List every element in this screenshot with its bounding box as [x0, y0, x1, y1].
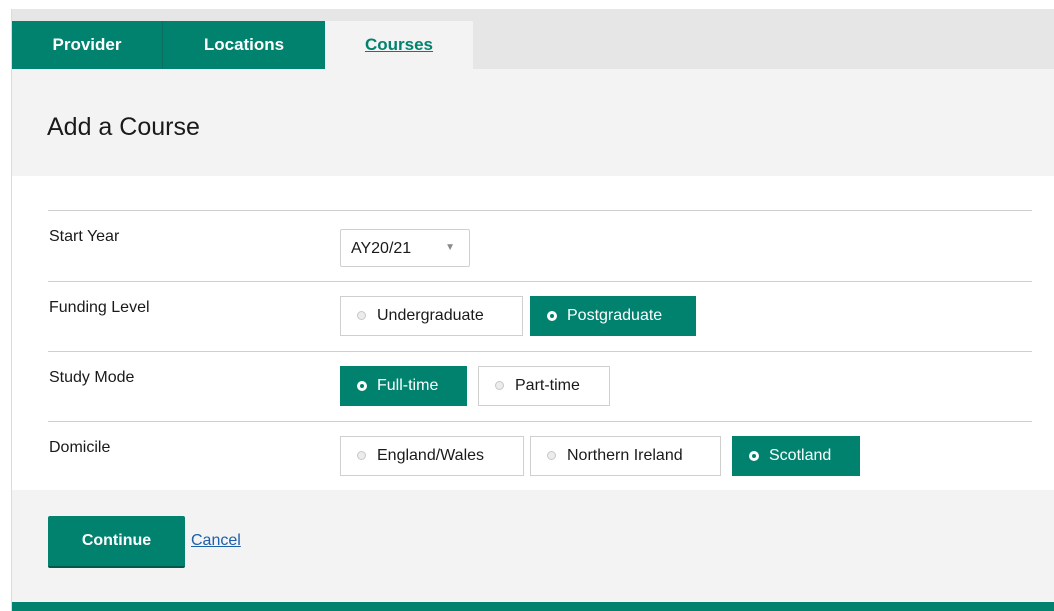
option-label: Part-time — [515, 377, 580, 394]
funding-level-row: Funding Level Undergraduate Postgraduate — [48, 281, 1032, 351]
top-band — [0, 0, 1054, 9]
left-rule — [0, 9, 12, 611]
radio-icon — [357, 451, 366, 460]
funding-level-option-undergraduate[interactable]: Undergraduate — [340, 296, 523, 336]
radio-selected-icon — [357, 381, 367, 391]
domicile-label: Domicile — [49, 439, 111, 456]
domicile-option-scotland[interactable]: Scotland — [732, 436, 860, 476]
radio-icon — [357, 311, 366, 320]
option-label: Full-time — [377, 377, 439, 394]
cancel-link[interactable]: Cancel — [191, 532, 241, 550]
study-mode-option-part-time[interactable]: Part-time — [478, 366, 610, 406]
tab-bar: Provider Locations Courses — [12, 9, 1054, 69]
bottom-bar — [12, 602, 1054, 611]
funding-level-label: Funding Level — [49, 299, 150, 316]
title-panel: Add a Course — [12, 69, 1054, 176]
funding-level-option-postgraduate[interactable]: Postgraduate — [530, 296, 696, 336]
radio-icon — [547, 451, 556, 460]
radio-icon — [495, 381, 504, 390]
tab-locations[interactable]: Locations — [162, 21, 325, 69]
study-mode-label: Study Mode — [49, 369, 135, 386]
continue-button[interactable]: Continue — [48, 516, 185, 568]
option-label: England/Wales — [377, 447, 485, 464]
page-title: Add a Course — [47, 113, 200, 141]
tab-courses[interactable]: Courses — [325, 21, 473, 69]
option-label: Undergraduate — [377, 307, 484, 324]
start-year-row: Start Year AY20/21 ▼ — [48, 210, 1032, 280]
study-mode-option-full-time[interactable]: Full-time — [340, 366, 467, 406]
caret-down-icon: ▼ — [445, 242, 455, 253]
domicile-row: Domicile England/Wales Northern Ireland … — [48, 421, 1032, 491]
option-label: Scotland — [769, 447, 832, 464]
start-year-label: Start Year — [49, 228, 120, 245]
radio-selected-icon — [547, 311, 557, 321]
study-mode-row: Study Mode Full-time Part-time — [48, 351, 1032, 421]
course-form: Start Year AY20/21 ▼ Funding Level Under… — [12, 176, 1054, 490]
domicile-option-england-wales[interactable]: England/Wales — [340, 436, 524, 476]
domicile-option-northern-ireland[interactable]: Northern Ireland — [530, 436, 721, 476]
option-label: Northern Ireland — [567, 447, 683, 464]
option-label: Postgraduate — [567, 307, 663, 324]
start-year-value: AY20/21 — [351, 240, 412, 257]
page: Provider Locations Courses Add a Course … — [0, 0, 1054, 611]
tab-provider[interactable]: Provider — [12, 21, 162, 69]
start-year-select[interactable]: AY20/21 ▼ — [340, 229, 470, 267]
form-actions: Continue Cancel — [12, 490, 1054, 602]
radio-selected-icon — [749, 451, 759, 461]
